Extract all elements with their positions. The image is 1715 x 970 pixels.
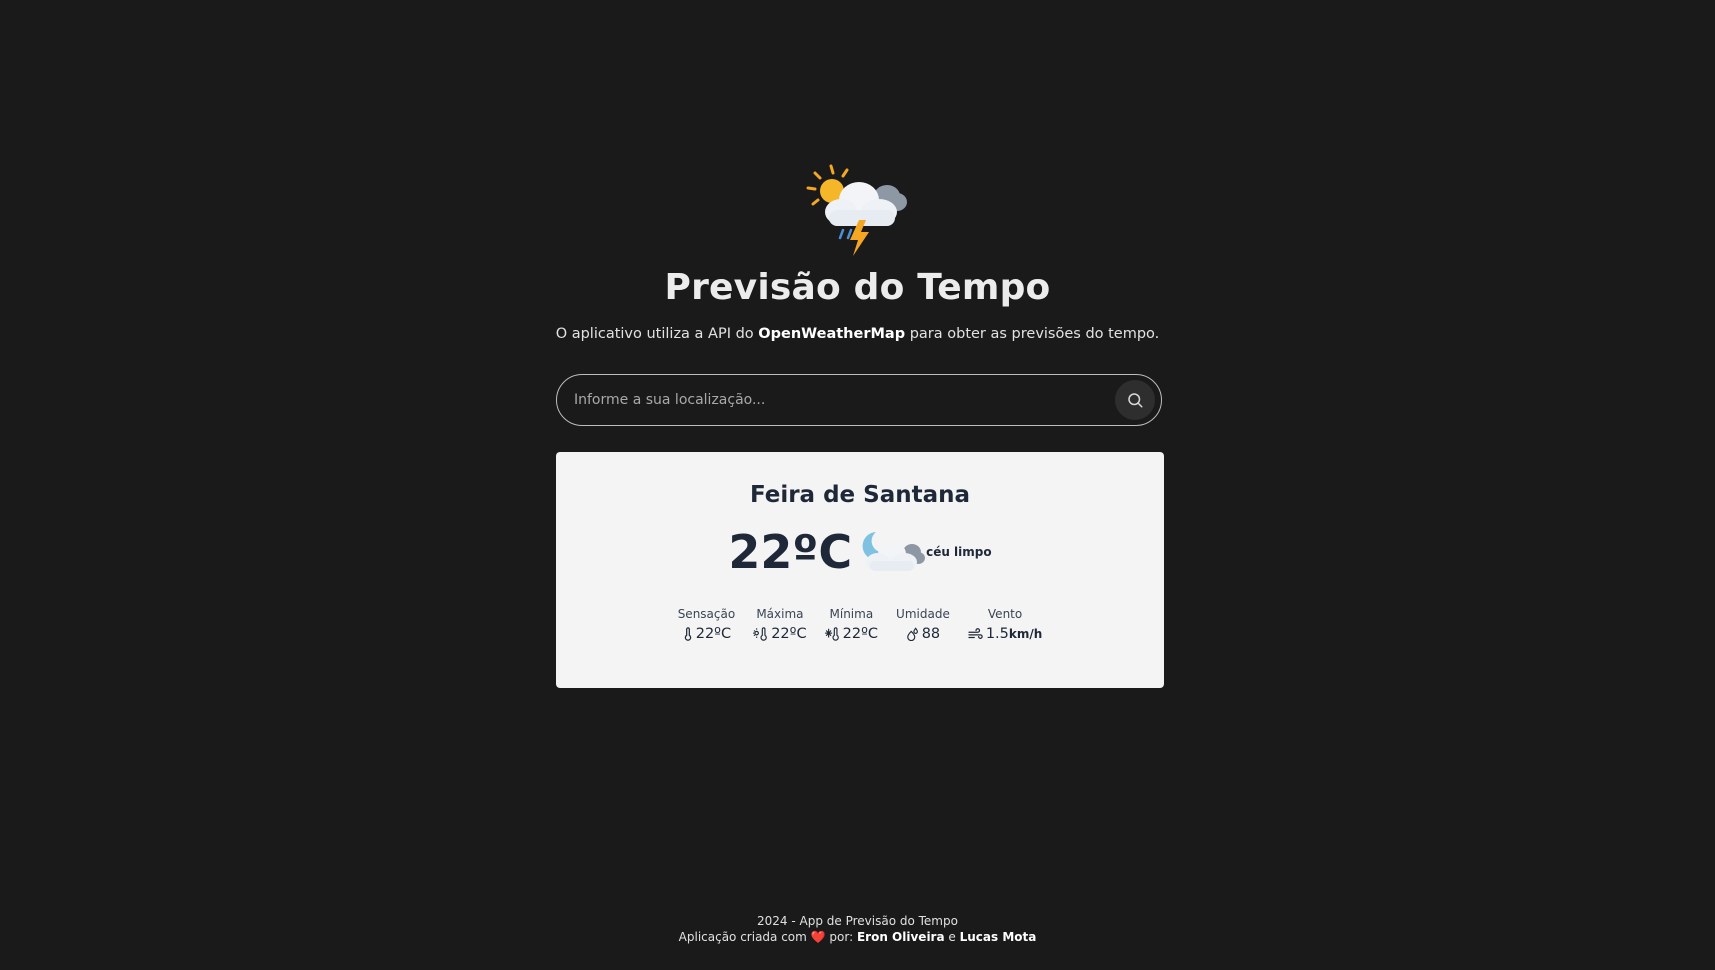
- footer-credits: Aplicação criada com ❤️ por: Eron Olivei…: [0, 929, 1715, 945]
- current-conditions: 22ºC céu limpo: [556, 524, 1164, 580]
- author-eron: Eron Oliveira: [856, 930, 945, 944]
- thermometer-sun-icon: [753, 627, 768, 641]
- thermometer-snow-icon: [824, 627, 839, 641]
- page-subtitle: O aplicativo utiliza a API do OpenWeathe…: [0, 324, 1715, 344]
- stat-max: Máxima 22ºC: [753, 606, 807, 643]
- stat-value: 22ºC: [695, 626, 732, 642]
- stat-value: 1.5: [985, 626, 1009, 642]
- stat-humidity: Umidade 88: [896, 606, 950, 643]
- footer-copyright: 2024 - App de Previsão do Tempo: [757, 914, 958, 928]
- thermometer-icon: [684, 627, 691, 641]
- stat-label: Sensação: [677, 607, 736, 621]
- city-name: Feira de Santana: [749, 482, 971, 508]
- location-search-input[interactable]: [572, 379, 1115, 421]
- stat-value: 22ºC: [842, 626, 879, 642]
- stat-min: Mínima 22ºC: [824, 606, 879, 643]
- current-temperature: 22ºC: [728, 525, 853, 579]
- credits-prefix: Aplicação criada com: [678, 930, 811, 944]
- author-lucas: Lucas Mota: [959, 930, 1037, 944]
- credits-and: e: [944, 930, 960, 944]
- condition-description: céu limpo: [926, 545, 992, 559]
- subtitle-prefix: O aplicativo utiliza a API do: [555, 326, 759, 342]
- stat-value: 22ºC: [771, 626, 807, 642]
- night-cloudy-icon: [862, 532, 926, 571]
- stat-unit: km/h: [1008, 627, 1043, 641]
- weather-stats: Sensação 22ºC Máxima 22ºC Mínima 22ºC Um…: [556, 606, 1164, 643]
- search-bar: [556, 374, 1162, 426]
- stat-value-row: 22ºC: [824, 625, 879, 643]
- subtitle-suffix: para obter as previsões do tempo.: [905, 326, 1160, 342]
- stat-label: Mínima: [829, 607, 874, 621]
- hero-header: Previsão do Tempo O aplicativo utiliza a…: [0, 160, 1715, 344]
- stat-value-row: 1.5 km/h: [968, 625, 1042, 643]
- stat-wind: Vento 1.5 km/h: [968, 606, 1042, 643]
- storm-sun-cloud-icon: [806, 164, 907, 256]
- wind-icon: [968, 628, 983, 639]
- stat-label: Vento: [987, 607, 1023, 621]
- weather-card: Feira de Santana 22ºC céu limpo Sensação: [556, 452, 1164, 688]
- page-title: Previsão do Tempo: [664, 267, 1051, 308]
- footer: 2024 - App de Previsão do Tempo Aplicaçã…: [0, 913, 1715, 945]
- stat-value-row: 22ºC: [682, 625, 731, 643]
- heart-icon: ❤️: [810, 930, 826, 944]
- stat-feels-like: Sensação 22ºC: [678, 606, 736, 643]
- page: Previsão do Tempo O aplicativo utiliza a…: [0, 0, 1715, 970]
- stat-value-row: 22ºC: [753, 625, 807, 643]
- api-brand-name: OpenWeatherMap: [758, 326, 906, 342]
- search-button[interactable]: [1115, 380, 1155, 420]
- stat-value: 88: [921, 626, 941, 642]
- stat-value-row: 88: [906, 625, 940, 643]
- stat-label: Máxima: [756, 607, 804, 621]
- droplets-icon: [906, 627, 918, 641]
- stat-label: Umidade: [896, 607, 950, 621]
- search-icon: [1128, 393, 1143, 408]
- credits-by: por:: [825, 930, 857, 944]
